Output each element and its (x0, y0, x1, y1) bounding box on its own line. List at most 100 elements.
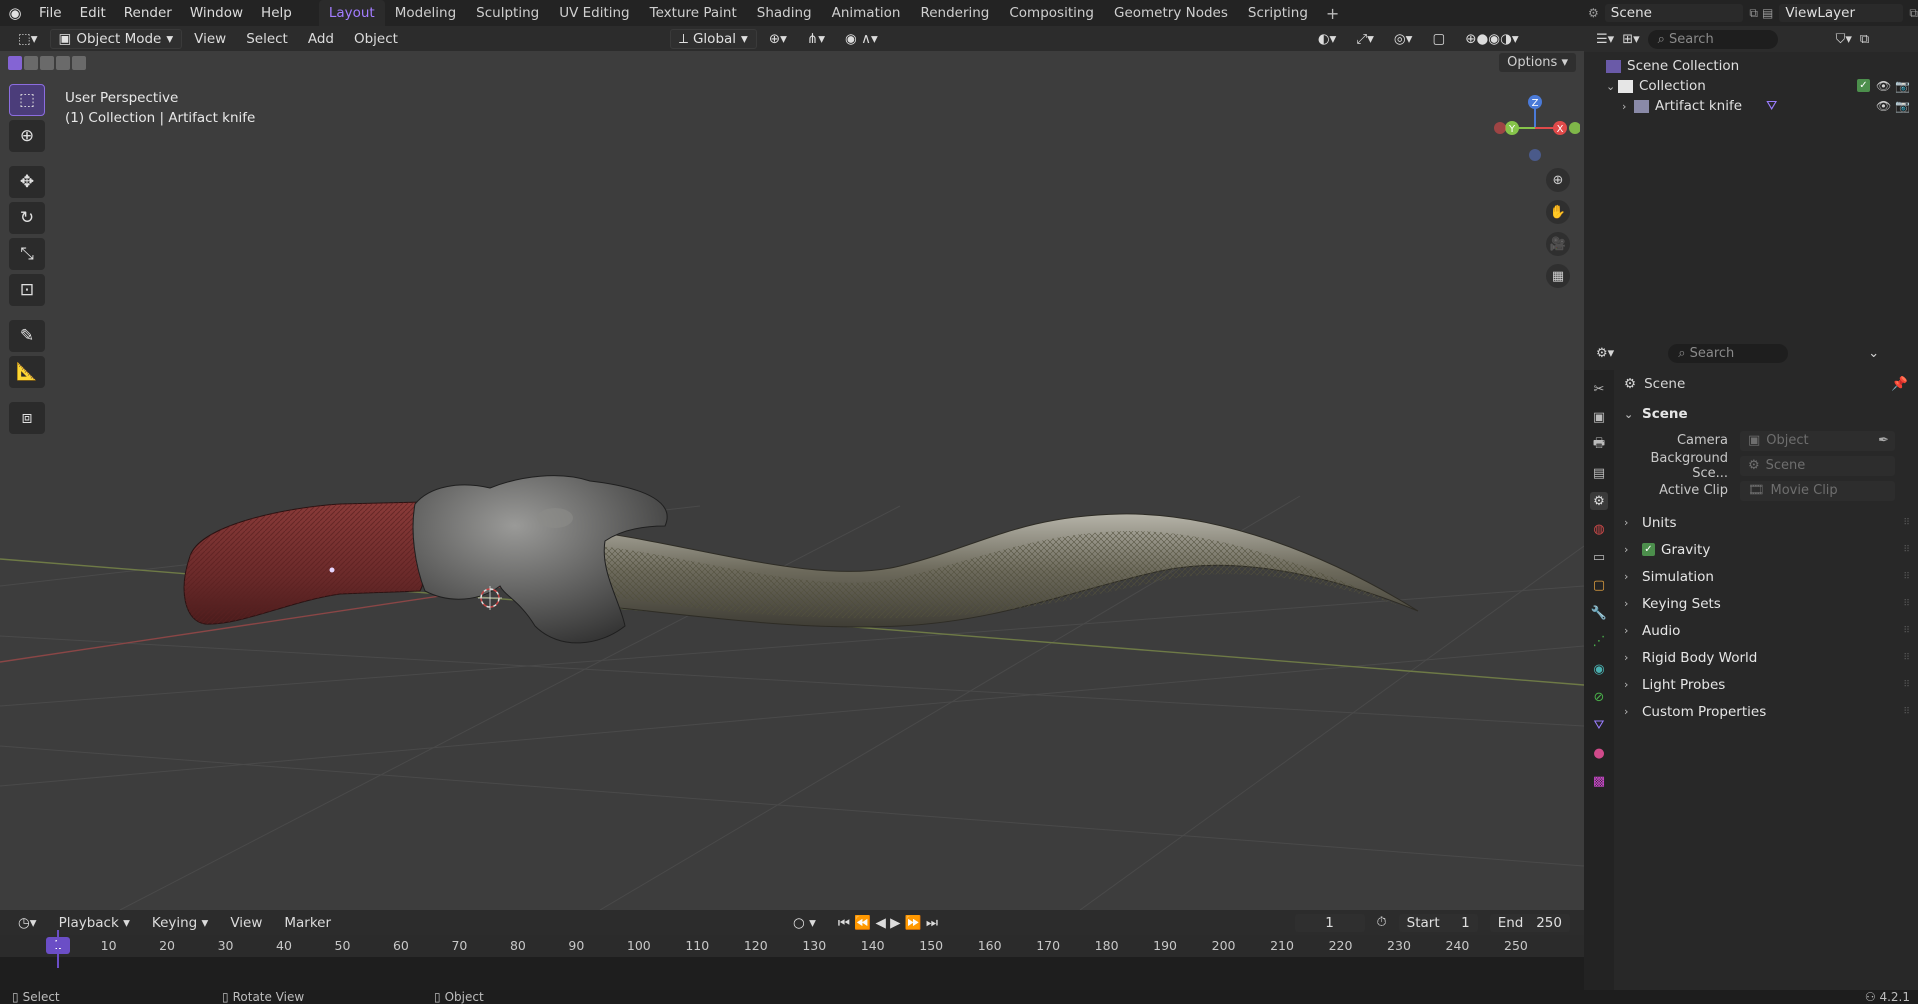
simulation-panel[interactable]: › Simulation ⠿ (1614, 563, 1918, 590)
viewport-scene[interactable] (0, 75, 1584, 910)
filter-icon[interactable]: ⛉▾ (1836, 32, 1852, 47)
rotate-tool-icon[interactable]: ↻ (9, 202, 45, 234)
menu-file[interactable]: File (30, 0, 71, 26)
menu-help[interactable]: Help (252, 0, 301, 26)
modifier-tab-icon[interactable]: 🔧 (1590, 604, 1608, 622)
tab-compositing[interactable]: Compositing (999, 0, 1104, 26)
tab-uv-editing[interactable]: UV Editing (549, 0, 639, 26)
transform-tool-icon[interactable]: ⊡ (9, 274, 45, 306)
overlay-toggle-icon[interactable]: ◎▾ (1386, 29, 1421, 49)
menu-render[interactable]: Render (115, 0, 181, 26)
snap-icon[interactable]: ⋔▾ (799, 29, 833, 49)
playhead-line[interactable] (57, 930, 59, 968)
timeline-editor-type-icon[interactable]: ◷▾ (10, 913, 45, 933)
output-tab-icon[interactable]: 🖶 (1590, 436, 1608, 454)
select-mode-icons[interactable] (8, 56, 86, 70)
background-scene-field[interactable]: ⚙ Scene (1740, 455, 1895, 476)
menu-window[interactable]: Window (181, 0, 252, 26)
physics-tab-icon[interactable]: ◉ (1590, 660, 1608, 678)
tab-rendering[interactable]: Rendering (910, 0, 999, 26)
collection-tab-icon[interactable]: ▭ (1590, 548, 1608, 566)
grid-view-icon[interactable]: ▦ (1546, 264, 1570, 288)
editor-type-icon[interactable]: ⬚▾ (10, 29, 46, 49)
tool-tab-icon[interactable]: ✂ (1590, 380, 1608, 398)
camera-field[interactable]: ▣ Object ✒ (1740, 430, 1895, 451)
marker-menu[interactable]: Marker (276, 913, 339, 933)
zoom-icon[interactable]: ⊕ (1546, 168, 1570, 192)
select-invert-icon[interactable] (56, 56, 70, 70)
viewlayer-selector[interactable]: ▤ ViewLayer ⧉ (1762, 3, 1918, 23)
add-workspace-icon[interactable]: + (1318, 4, 1347, 23)
tab-sculpting[interactable]: Sculpting (466, 0, 549, 26)
chevron-down-icon[interactable]: ⌄ (1624, 408, 1636, 421)
blender-logo-icon[interactable]: ◉ (0, 4, 30, 22)
material-tab-icon[interactable]: ● (1590, 744, 1608, 762)
active-clip-field[interactable]: 🎞 Movie Clip (1740, 480, 1895, 501)
tab-texture-paint[interactable]: Texture Paint (640, 0, 747, 26)
light-probes-panel[interactable]: › Light Probes ⠿ (1614, 671, 1918, 698)
chevron-down-icon[interactable]: ⌄ (1606, 80, 1618, 93)
world-tab-icon[interactable]: ◍ (1590, 520, 1608, 538)
start-frame-field[interactable]: Start 1 (1398, 913, 1478, 932)
scene-name[interactable]: Scene (1604, 4, 1744, 22)
audio-panel[interactable]: › Audio ⠿ (1614, 617, 1918, 644)
cursor-tool-icon[interactable]: ⊕ (9, 120, 45, 152)
copy-icon[interactable]: ⧉ (1909, 6, 1918, 21)
camera-view-icon[interactable]: 🎥 (1546, 232, 1570, 256)
units-panel[interactable]: › Units ⠿ (1614, 509, 1918, 536)
keying-menu[interactable]: Keying ▾ (144, 913, 216, 933)
end-frame-field[interactable]: End 250 (1489, 913, 1570, 932)
chevron-down-icon[interactable]: ⌄ (1868, 346, 1879, 361)
playback-menu[interactable]: Playback ▾ (51, 913, 138, 933)
display-mode-icon[interactable]: ☰▾ (1596, 32, 1614, 47)
tab-animation[interactable]: Animation (822, 0, 911, 26)
outliner-scene-collection[interactable]: Scene Collection (1584, 56, 1918, 76)
new-collection-icon[interactable]: ⧉ (1860, 32, 1869, 47)
keying-sets-panel[interactable]: › Keying Sets ⠿ (1614, 590, 1918, 617)
gravity-panel[interactable]: › ✓ Gravity ⠿ (1614, 536, 1918, 563)
scene-selector[interactable]: ⚙ Scene ⧉ (1588, 3, 1758, 23)
filter-view-icon[interactable]: ⊞▾ (1622, 32, 1639, 47)
options-dropdown[interactable]: Options ▾ (1499, 53, 1576, 72)
select-extend-icon[interactable] (24, 56, 38, 70)
rigid-body-world-panel[interactable]: › Rigid Body World ⠿ (1614, 644, 1918, 671)
pin-icon[interactable]: ⧉ (1749, 6, 1758, 21)
playback-controls[interactable]: ⏮ ⏪ ◀ ▶ ⏩ ⏭ (830, 913, 946, 933)
visibility-icon[interactable]: ◐▾ (1310, 29, 1345, 49)
pivot-icon[interactable]: ⊕▾ (761, 29, 795, 49)
proportional-edit-icon[interactable]: ◉ ∧▾ (837, 29, 886, 49)
particles-tab-icon[interactable]: ⋰ (1590, 632, 1608, 650)
tab-geometry-nodes[interactable]: Geometry Nodes (1104, 0, 1238, 26)
add-cube-tool-icon[interactable]: ⧈ (9, 402, 45, 434)
data-tab-icon[interactable]: ⛛ (1590, 716, 1608, 734)
outliner-collection[interactable]: ⌄ Collection ✓ 👁 📷 (1584, 76, 1918, 96)
render-tab-icon[interactable]: ▣ (1590, 408, 1608, 426)
timeline-editor[interactable]: ◷▾ Playback ▾ Keying ▾ View Marker ○ ▾ ⏮… (0, 910, 1584, 990)
select-new-icon[interactable] (8, 56, 22, 70)
select-box-tool-icon[interactable]: ⬚ (9, 84, 45, 116)
gravity-checkbox[interactable]: ✓ (1642, 543, 1655, 556)
gizmo-toggle-icon[interactable]: ⤢▾ (1348, 29, 1382, 49)
texture-tab-icon[interactable]: ▩ (1590, 772, 1608, 790)
stopwatch-icon[interactable]: ⏱ (1377, 915, 1387, 930)
view-layer-tab-icon[interactable]: ▤ (1590, 464, 1608, 482)
viewlayer-name[interactable]: ViewLayer (1779, 4, 1904, 22)
custom-properties-panel[interactable]: › Custom Properties ⠿ (1614, 698, 1918, 725)
tab-shading[interactable]: Shading (747, 0, 822, 26)
move-tool-icon[interactable]: ✥ (9, 166, 45, 198)
outliner-search[interactable]: ⌕ Search (1647, 29, 1778, 49)
menu-view[interactable]: View (186, 29, 234, 49)
menu-object[interactable]: Object (346, 29, 406, 49)
scale-tool-icon[interactable]: ⤡ (9, 238, 45, 270)
menu-add[interactable]: Add (300, 29, 342, 49)
outliner-object-artifact-knife[interactable]: › Artifact knife ⛛ 👁 📷 (1584, 96, 1918, 116)
tab-modeling[interactable]: Modeling (385, 0, 466, 26)
pin-icon[interactable]: 📌 (1891, 376, 1908, 392)
properties-editor-type-icon[interactable]: ⚙▾ (1596, 346, 1614, 361)
select-intersect-icon[interactable] (72, 56, 86, 70)
object-visibility[interactable]: 👁 📷 (1876, 99, 1910, 113)
timeline-ruler[interactable]: 1 10203040506070809010011012013014015016… (0, 935, 1584, 957)
select-subtract-icon[interactable] (40, 56, 54, 70)
object-tab-icon[interactable]: ▢ (1590, 576, 1608, 594)
autokey-icon[interactable]: ○ ▾ (785, 913, 824, 933)
